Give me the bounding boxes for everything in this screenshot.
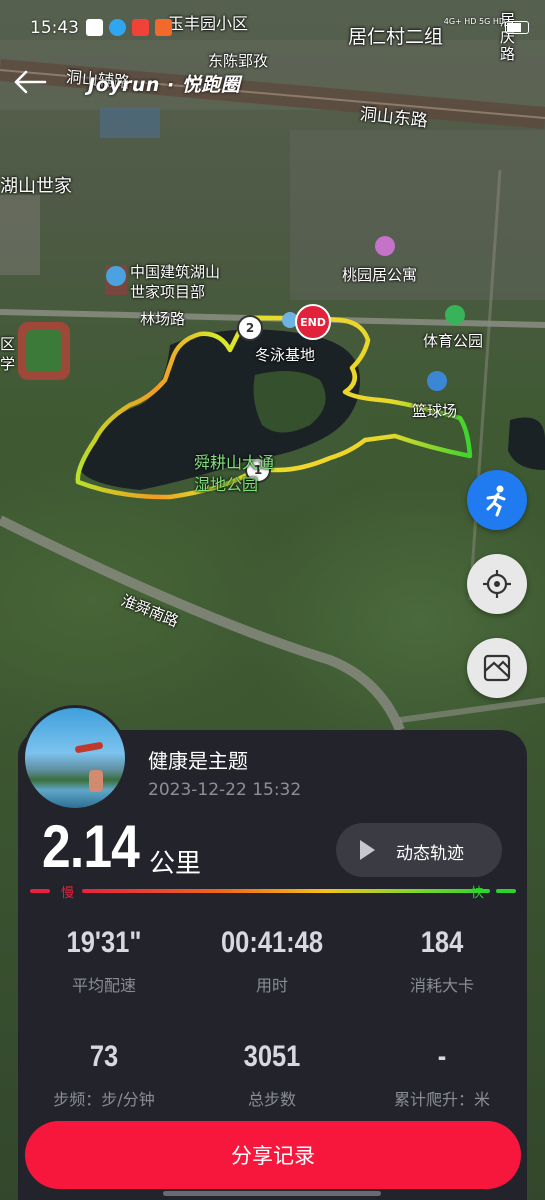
map-layer-icon xyxy=(483,654,511,682)
route-waypoint-marker: 2 xyxy=(237,315,263,341)
stat-value: 73 xyxy=(89,1040,119,1073)
stat-label: 用时 xyxy=(255,976,288,995)
notification-icons xyxy=(86,19,172,36)
avatar-person xyxy=(89,770,103,792)
map-label-linchang: 林场路 xyxy=(140,310,186,328)
play-icon xyxy=(360,840,375,860)
share-record-button[interactable]: 分享记录 xyxy=(25,1121,521,1189)
map-label-taoyuan: 桃园居公寓 xyxy=(342,266,418,284)
shopping-notification-icon xyxy=(132,19,149,36)
status-time: 15:43 xyxy=(30,18,79,38)
stat-total-steps: 3051 总步数 xyxy=(197,1040,347,1110)
stat-label: 累计爬升：米 xyxy=(393,1090,490,1109)
stat-label: 总步数 xyxy=(247,1090,296,1109)
stat-value: 19'31" xyxy=(66,926,142,959)
pace-fast-label: 快 xyxy=(471,886,485,901)
avatar[interactable] xyxy=(22,705,128,811)
pace-legend-slow-segment xyxy=(30,889,50,893)
map-layer-button[interactable] xyxy=(467,638,527,698)
back-button[interactable] xyxy=(10,64,50,100)
stat-label: 平均配速 xyxy=(71,976,136,995)
stat-avg-pace: 19'31" 平均配速 xyxy=(29,926,179,996)
stat-value: 00:41:48 xyxy=(220,926,324,959)
dynamic-track-button[interactable]: 动态轨迹 xyxy=(336,823,502,877)
activity-datetime: 2023-12-22 15:32 xyxy=(148,780,302,800)
chat-notification-icon xyxy=(109,19,126,36)
distance-unit: 公里 xyxy=(149,849,202,879)
map-label-dongyong: 冬泳基地 xyxy=(255,346,316,364)
stat-cadence: 73 步频：步/分钟 xyxy=(29,1040,179,1110)
back-arrow-icon xyxy=(14,70,47,94)
brand-logo: Joyrun · 悦跑圈 xyxy=(88,74,241,96)
crosshair-icon xyxy=(483,570,511,598)
distance-value: 2.14 xyxy=(42,813,140,880)
stat-value: - xyxy=(437,1040,447,1073)
battery-icon xyxy=(505,21,529,34)
stat-label: 消耗大卡 xyxy=(409,976,474,995)
home-indicator[interactable] xyxy=(163,1191,381,1196)
map-label-qu: 区 学 xyxy=(0,335,16,373)
stat-value: 184 xyxy=(420,926,464,959)
map-label-jianzhu: 中国建筑湖山 世家项目部 xyxy=(130,263,221,301)
map-label-hushan: 湖山世家 xyxy=(0,176,72,197)
locate-button[interactable] xyxy=(467,554,527,614)
runner-icon xyxy=(486,485,506,517)
dynamic-track-label: 动态轨迹 xyxy=(396,844,464,864)
map-label-tiyu: 体育公园 xyxy=(423,332,484,350)
map-label-shungeng: 舜耕山大通 湿地公园 xyxy=(194,453,275,494)
avatar-figure xyxy=(74,741,104,754)
stat-calories: 184 消耗大卡 xyxy=(367,926,517,996)
app-notification-icon xyxy=(86,19,103,36)
pace-slow-label: 慢 xyxy=(61,886,75,901)
stat-duration: 00:41:48 用时 xyxy=(197,926,347,996)
stat-value: 3051 xyxy=(243,1040,301,1073)
map-label-lanqiu: 篮球场 xyxy=(412,402,458,420)
network-status: 4G+ HD 5G HD xyxy=(443,17,505,26)
shop-notification-icon xyxy=(155,19,172,36)
stat-elevation-gain: - 累计爬升：米 xyxy=(367,1040,517,1110)
stat-label: 步频：步/分钟 xyxy=(53,1090,155,1109)
pace-legend-fast-segment xyxy=(496,889,516,893)
pace-legend-bar xyxy=(30,887,516,895)
route-end-marker: END xyxy=(295,304,331,340)
run-mode-button[interactable] xyxy=(467,470,527,530)
activity-title: 健康是主题 xyxy=(148,749,248,773)
status-bar: 15:43 4G+ HD 5G HD xyxy=(0,0,545,56)
pace-legend-gradient xyxy=(82,889,490,893)
